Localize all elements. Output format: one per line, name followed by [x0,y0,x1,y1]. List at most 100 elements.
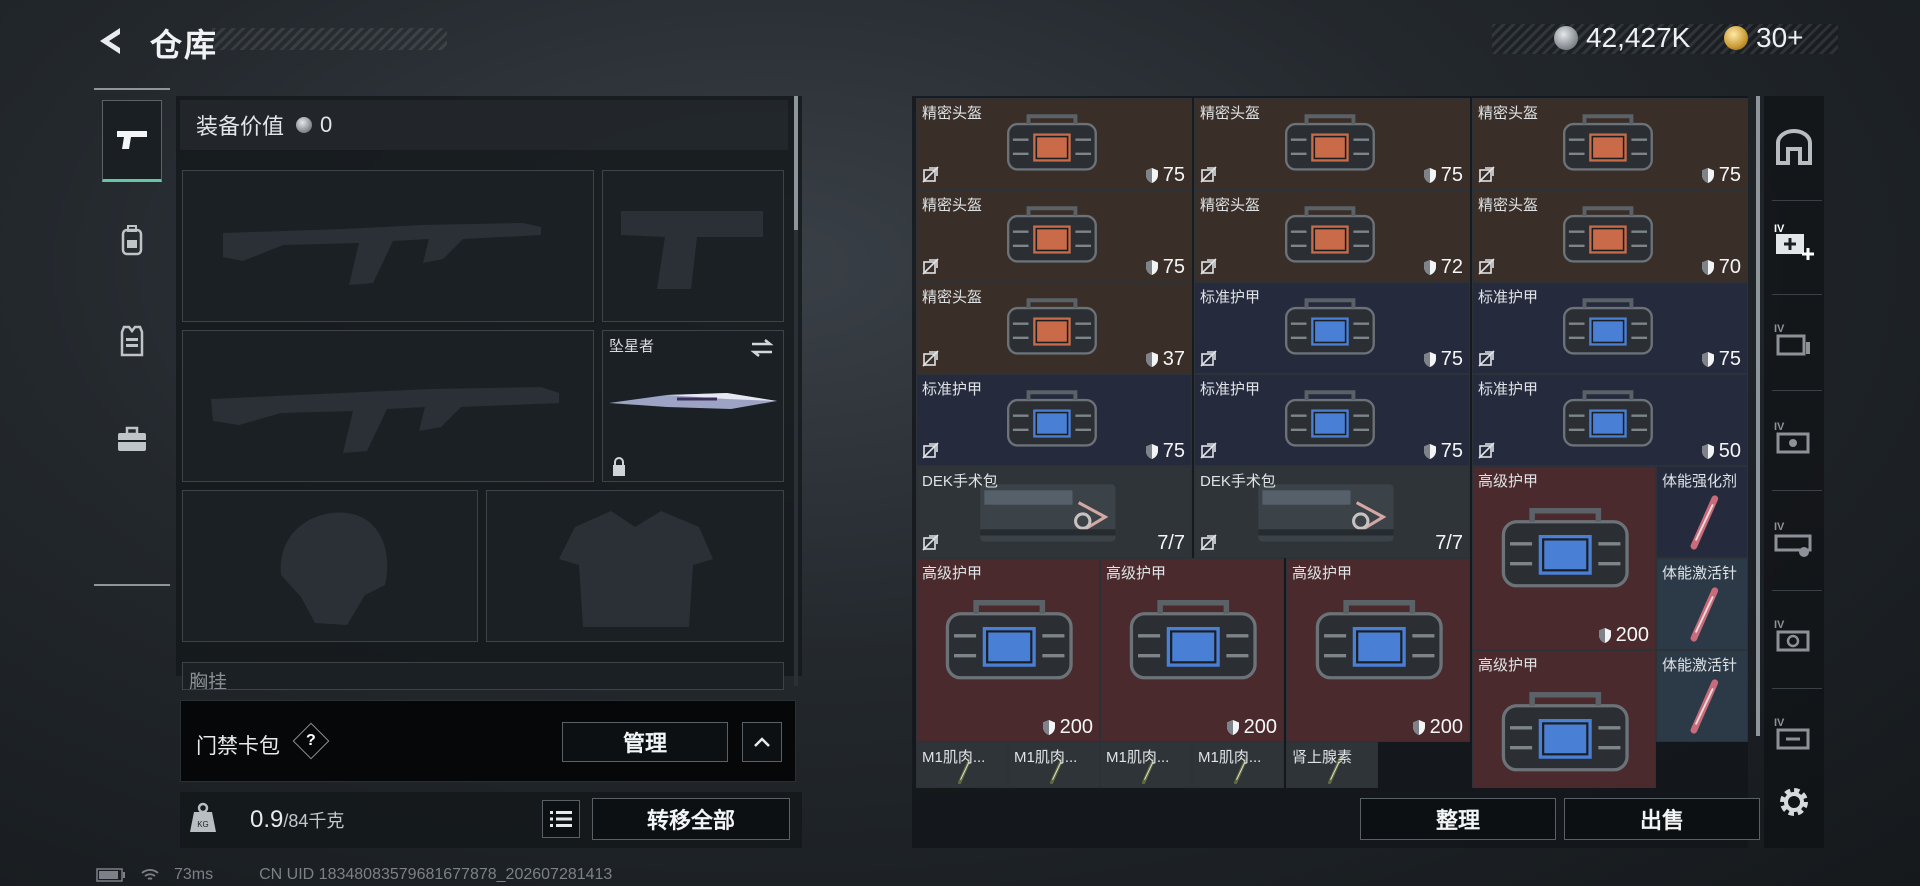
tab-weapons[interactable] [102,100,162,182]
armor-slot[interactable] [486,490,784,642]
chest-rig-slot[interactable]: 胸挂 [182,662,784,690]
inventory-item[interactable]: DEK手术包 7/7 [1194,466,1470,558]
inventory-item[interactable]: 高级护甲 200 [916,558,1100,742]
inventory-item[interactable]: 精密头盔 72 [1194,190,1470,282]
item-value: 200 [1042,716,1093,739]
item-name: DEK手术包 [922,473,998,490]
safebox-icon[interactable] [1770,124,1818,172]
no-share-icon [1200,166,1217,183]
inventory-item[interactable]: M1肌肉... [1100,742,1192,788]
item-name: 高级护甲 [1292,565,1353,582]
item-value: 75 [1145,256,1185,279]
inventory-item[interactable]: M1肌肉... [1008,742,1100,788]
back-button[interactable] [92,22,130,60]
tab-case[interactable] [102,398,162,480]
shield-icon [1145,352,1158,367]
gold-amount: 30+ [1756,22,1804,53]
helmet-slot[interactable] [182,490,478,642]
durability-value: 75 [1718,348,1741,370]
no-share-icon [1200,442,1217,459]
shield-icon [1145,260,1158,275]
durability-value: 7/7 [1157,532,1185,554]
inventory-item[interactable]: 体能激活针 [1656,558,1748,650]
inventory-item[interactable]: 标准护甲 75 [916,374,1192,466]
svg-text:KG: KG [197,820,209,829]
rail-divider [1772,590,1822,591]
tab-backpack[interactable] [102,200,162,282]
item-name: 标准护甲 [1478,289,1539,306]
pistol-icon [117,131,147,149]
inventory-item[interactable]: DEK手术包 7/7 [916,466,1192,558]
durability-value: 70 [1718,256,1741,278]
no-share-icon [1478,350,1495,367]
page-title: 仓库 [150,27,219,63]
durability-value: 200 [1243,716,1277,738]
durability-value: 75 [1440,164,1463,186]
sell-button[interactable]: 出售 [1564,798,1760,840]
secondary-weapon-slot[interactable] [182,330,594,482]
inventory-item[interactable]: 标准护甲 75 [1194,282,1470,374]
inventory-item[interactable]: 高级护甲 [1472,650,1656,788]
item-value: 70 [1701,256,1741,279]
gear-icon[interactable] [1770,778,1818,826]
inventory-item[interactable]: M1肌肉... [1192,742,1284,788]
tab-armor[interactable] [102,300,162,382]
inventory-item[interactable]: 标准护甲 75 [1472,282,1748,374]
inventory-item[interactable]: 精密头盔 70 [1472,190,1748,282]
shield-icon [1701,260,1714,275]
armor-bag-image [1285,298,1376,355]
inventory-item[interactable]: 肾上腺素 [1286,742,1378,788]
item-value: 7/7 [1435,532,1463,555]
inventory-item[interactable]: 体能强化剂 [1656,466,1748,558]
inventory-item[interactable]: 精密头盔 75 [916,98,1192,190]
durability-value: 75 [1718,164,1741,186]
shield-icon [1701,444,1714,459]
inventory-item[interactable]: 精密头盔 37 [916,282,1192,374]
inventory-item[interactable]: 标准护甲 50 [1472,374,1748,466]
melee-slot[interactable]: 坠星者 [602,330,784,482]
helmet-bag-image [1285,206,1376,263]
rail-divider [1772,390,1822,391]
inventory-item[interactable]: 精密头盔 75 [1194,98,1470,190]
item-tier4-icon[interactable]: IV [1770,710,1818,758]
no-share-icon [1478,442,1495,459]
primary-weapon-slot[interactable] [182,170,594,322]
item-name: 标准护甲 [1200,381,1261,398]
item-name: 高级护甲 [1106,565,1167,582]
ammo-tier4-icon[interactable]: IV [1770,514,1818,562]
inventory-item[interactable]: 体能激活针 [1656,650,1748,742]
sidearm-slot[interactable] [602,170,784,322]
inventory-item[interactable]: 标准护甲 75 [1194,374,1470,466]
inventory-item[interactable]: 高级护甲 200 [1100,558,1284,742]
inventory-item[interactable]: 精密头盔 75 [916,190,1192,282]
inventory-item[interactable]: 高级护甲 200 [1472,466,1656,650]
case-tier4-icon[interactable]: IV [1770,316,1818,364]
item-value: 200 [1412,716,1463,739]
armor-bag-image [1315,600,1443,680]
gold-currency[interactable]: 30+ [1724,22,1804,54]
item-name: DEK手术包 [1200,473,1276,490]
loadout-scrollbar-thumb[interactable] [794,96,798,230]
swap-icon[interactable] [749,337,775,359]
item-value: 7/7 [1157,532,1185,555]
inventory-item[interactable]: 高级护甲 200 [1286,558,1470,742]
item-name: 体能强化剂 [1662,473,1738,490]
inventory-item[interactable]: M1肌肉... [916,742,1008,788]
item-value: 75 [1423,440,1463,463]
shield-icon [1145,168,1158,183]
helmet-bag-image [1007,298,1098,355]
shield-icon [1412,720,1425,735]
sort-button[interactable]: 整理 [1360,798,1556,840]
manage-button[interactable]: 管理 [562,722,728,762]
expand-button[interactable] [742,722,782,762]
inventory-scrollbar[interactable] [1756,96,1760,736]
svg-text:IV: IV [1774,717,1785,729]
tool-tier4-icon[interactable]: IV [1770,612,1818,660]
transfer-all-button[interactable]: 转移全部 [592,798,790,840]
weight-capacity: /84千克 [283,811,345,831]
list-view-button[interactable] [542,800,580,838]
inventory-item[interactable]: 精密头盔 75 [1472,98,1748,190]
box-tier4-icon[interactable]: IV [1770,414,1818,462]
medkit-tier4-icon[interactable]: IV [1770,216,1818,264]
no-share-icon [922,166,939,183]
